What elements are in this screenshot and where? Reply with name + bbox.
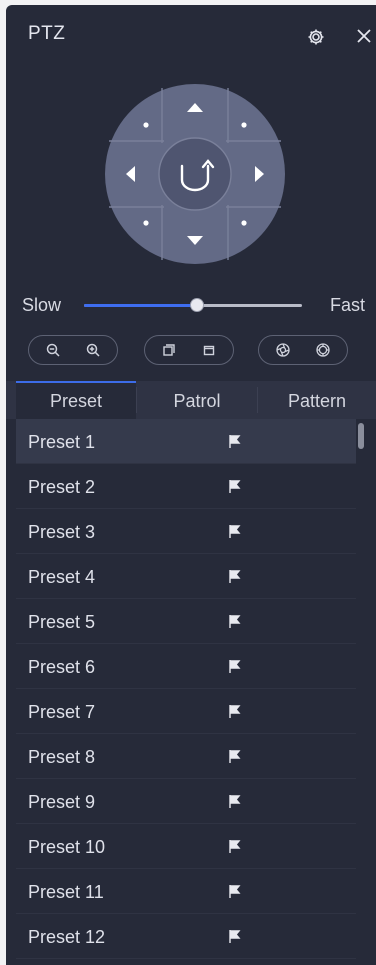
close-button[interactable] — [352, 23, 376, 49]
preset-name: Preset 8 — [28, 747, 96, 767]
pan-left-button[interactable] — [106, 145, 158, 203]
list-item[interactable]: Preset 5 — [16, 599, 356, 644]
preset-name: Preset 2 — [28, 477, 96, 497]
list-item[interactable]: Preset 9 — [16, 779, 356, 824]
list-item[interactable]: Preset 10 — [16, 824, 356, 869]
flag-icon[interactable] — [226, 928, 242, 944]
auto-rotate-button[interactable] — [164, 143, 226, 205]
focus-control-group — [144, 335, 234, 365]
flag-icon[interactable] — [226, 613, 242, 629]
preset-name: Preset 11 — [28, 882, 104, 902]
tab-pattern[interactable]: Pattern — [258, 381, 376, 419]
focus-near-icon — [163, 344, 175, 356]
flag-icon[interactable] — [226, 793, 242, 809]
list-item[interactable]: Preset 3 — [16, 509, 356, 554]
tab-preset[interactable]: Preset — [16, 381, 136, 419]
preset-name: Preset 1 — [28, 432, 96, 452]
speed-slow-label: Slow — [22, 295, 62, 315]
pan-up-left-button[interactable] — [122, 101, 166, 145]
zoom-in-icon — [86, 343, 100, 357]
preset-name: Preset 10 — [28, 837, 106, 857]
preset-name: Preset 9 — [28, 792, 96, 812]
flag-icon[interactable] — [226, 748, 242, 764]
tab-bar: Preset Patrol Pattern — [6, 381, 376, 419]
preset-list-scrollbar[interactable] — [358, 423, 364, 963]
focus-near-button[interactable] — [149, 339, 189, 361]
flag-icon[interactable] — [226, 523, 242, 539]
preset-name: Preset 3 — [28, 522, 96, 542]
zoom-out-button[interactable] — [33, 339, 73, 361]
iris-control-group — [258, 335, 348, 365]
flag-icon[interactable] — [226, 838, 242, 854]
close-icon — [357, 29, 371, 43]
zoom-in-button[interactable] — [73, 339, 113, 361]
iris-close-icon — [316, 343, 330, 357]
preset-list: Preset 1 Preset 2 Preset 3 Preset 4 Pres… — [16, 419, 356, 965]
list-item[interactable]: Preset 4 — [16, 554, 356, 599]
pan-up-right-button[interactable] — [224, 101, 268, 145]
list-item[interactable]: Preset 7 — [16, 689, 356, 734]
list-item[interactable]: Preset 8 — [16, 734, 356, 779]
speed-slider-thumb[interactable] — [190, 298, 205, 312]
page-title: PTZ — [28, 23, 66, 44]
zoom-out-icon — [46, 343, 60, 357]
iris-close-button[interactable] — [303, 339, 343, 361]
flag-icon[interactable] — [226, 703, 242, 719]
list-item[interactable]: Preset 2 — [16, 464, 356, 509]
ptz-panel: PTZ Slow Fast Preset Patrol Pattern Pres… — [6, 5, 376, 965]
tab-patrol[interactable]: Patrol — [137, 381, 257, 419]
list-item[interactable]: Preset 6 — [16, 644, 356, 689]
list-item[interactable]: Preset 12 — [16, 914, 356, 959]
list-gutter — [6, 419, 16, 965]
preset-name: Preset 5 — [28, 612, 96, 632]
pan-down-left-button[interactable] — [122, 203, 166, 247]
flag-icon[interactable] — [226, 883, 242, 899]
zoom-control-group — [28, 335, 118, 365]
speed-control: Slow Fast — [6, 290, 376, 320]
speed-fast-label: Fast — [330, 295, 366, 315]
speed-slider-fill — [84, 304, 198, 307]
direction-pad — [104, 83, 286, 265]
preset-name: Preset 4 — [28, 567, 96, 587]
pan-down-right-button[interactable] — [224, 203, 268, 247]
preset-name: Preset 12 — [28, 927, 106, 947]
settings-button[interactable] — [304, 25, 328, 49]
preset-name: Preset 6 — [28, 657, 96, 677]
focus-far-icon — [203, 345, 215, 356]
pan-down-button[interactable] — [166, 211, 224, 263]
pan-up-button[interactable] — [166, 85, 224, 137]
iris-open-icon — [276, 343, 290, 357]
iris-open-button[interactable] — [263, 339, 303, 361]
flag-icon[interactable] — [226, 658, 242, 674]
focus-far-button[interactable] — [189, 339, 229, 361]
list-item[interactable]: Preset 1 — [16, 419, 356, 464]
preset-name: Preset 7 — [28, 702, 96, 722]
speed-slider[interactable] — [84, 298, 302, 312]
gear-icon — [308, 29, 324, 45]
list-item[interactable]: Preset 11 — [16, 869, 356, 914]
pan-right-button[interactable] — [232, 145, 284, 203]
flag-icon[interactable] — [226, 478, 242, 494]
flag-icon[interactable] — [226, 433, 242, 449]
scrollbar-thumb[interactable] — [358, 423, 364, 449]
flag-icon[interactable] — [226, 568, 242, 584]
